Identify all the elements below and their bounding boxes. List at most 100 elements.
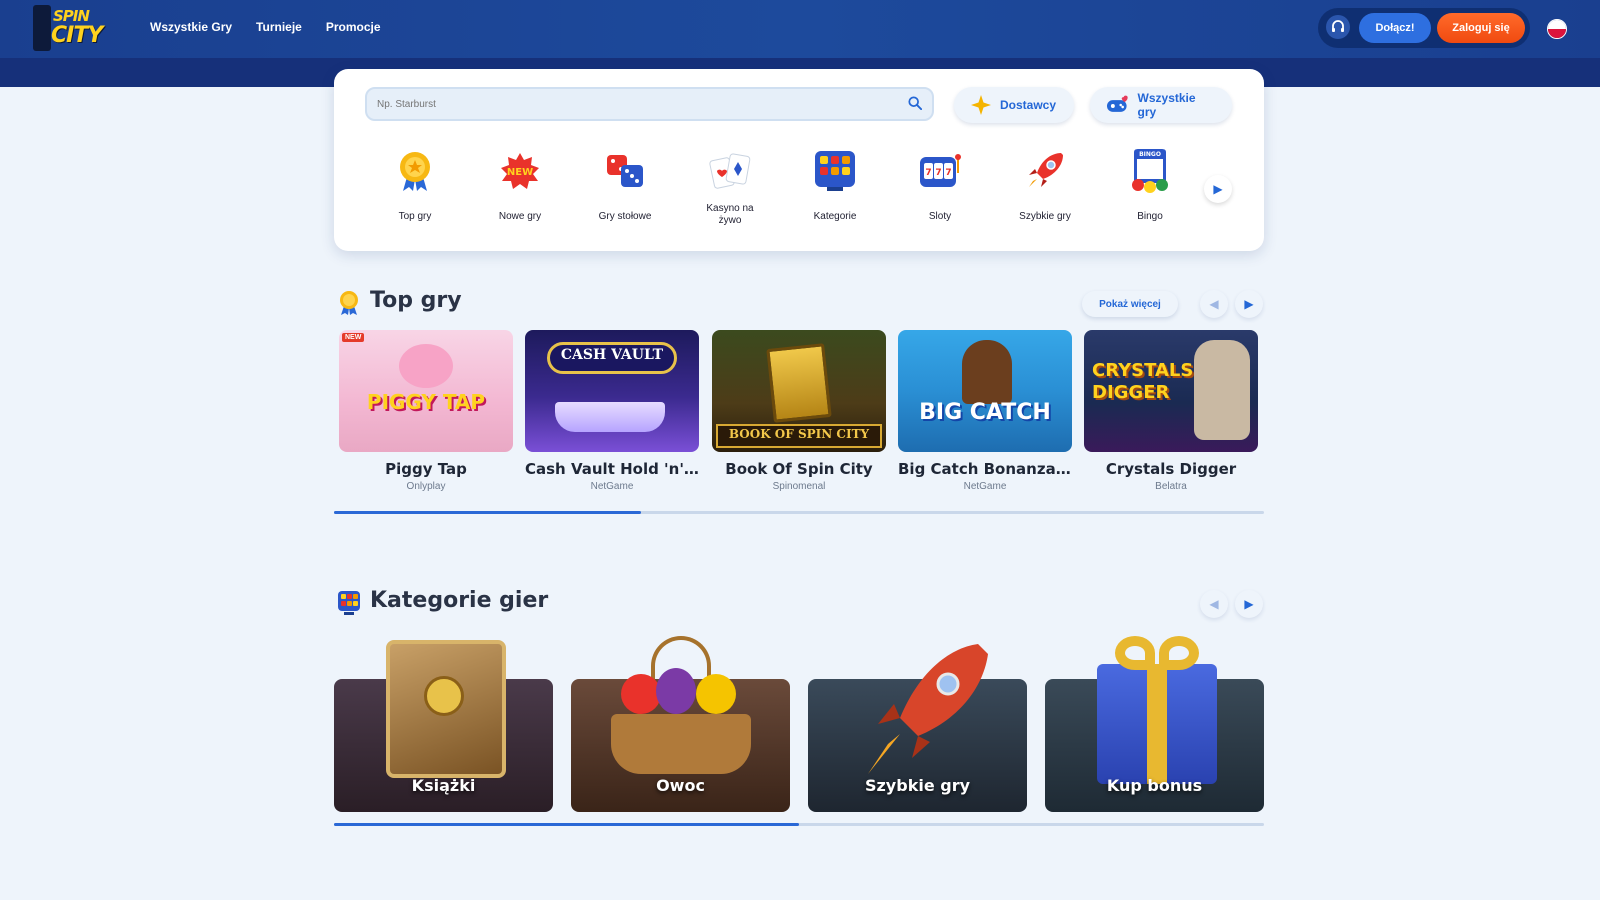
game-categories-next-arrow[interactable]: ▶: [1235, 590, 1263, 618]
category-top-games[interactable]: Top gry: [370, 149, 460, 223]
grid-icon: [815, 151, 855, 191]
nav-all-games[interactable]: Wszystkie Gry: [150, 20, 232, 34]
language-flag-icon[interactable]: [1547, 19, 1567, 39]
svg-text:NEW: NEW: [507, 167, 533, 178]
book-art: [364, 634, 524, 784]
pig-art: [399, 344, 453, 388]
svg-text:7: 7: [945, 168, 951, 178]
medal-icon: [400, 152, 430, 191]
game-art-title: CRYSTALS DIGGER: [1092, 360, 1194, 403]
show-more-button[interactable]: Pokaż więcej: [1082, 291, 1178, 317]
category-label: Gry stołowe: [598, 211, 652, 222]
category-label: Top gry: [398, 211, 432, 222]
sparkle-icon: [971, 95, 991, 115]
ship-art: [555, 402, 665, 432]
game-card[interactable]: BIG CATCH Big Catch Bonanza: B... NetGam…: [898, 330, 1072, 492]
game-card[interactable]: CASH VAULT Cash Vault Hold 'n' Li... Net…: [525, 330, 699, 492]
category-next-arrow[interactable]: ▶: [1204, 175, 1232, 203]
svg-text:7: 7: [935, 168, 941, 178]
category-tile-fruit[interactable]: Owoc: [571, 634, 790, 812]
game-art-title: BIG CATCH: [919, 400, 1051, 425]
slot-machine-icon: 777: [920, 154, 961, 187]
game-provider: Onlyplay: [406, 481, 446, 492]
all-games-button[interactable]: Wszystkie gry: [1090, 87, 1232, 123]
category-strip: Top gry NEW Nowe gry Gry stołowe Kasyno …: [370, 149, 1230, 229]
rocket-icon: [1029, 153, 1063, 187]
svg-text:BINGO: BINGO: [1139, 151, 1161, 158]
top-games-prev-arrow[interactable]: ◀: [1200, 290, 1228, 318]
game-thumbnail[interactable]: BIG CATCH: [898, 330, 1072, 452]
game-provider: NetGame: [963, 481, 1007, 492]
category-label: Nowe gry: [498, 211, 542, 222]
category-tile-label: Owoc: [656, 776, 705, 795]
rocket-art: [838, 634, 998, 784]
game-card[interactable]: BOOK OF SPIN CITY Book Of Spin City Spin…: [712, 330, 886, 492]
category-live-casino[interactable]: Kasyno na żywo: [685, 149, 775, 227]
category-tile-books[interactable]: Książki: [334, 634, 553, 812]
search-input[interactable]: [377, 89, 897, 119]
category-label: Bingo: [1137, 211, 1163, 222]
new-badge: NEW: [342, 333, 365, 342]
game-categories-title: Kategorie gier: [370, 588, 549, 613]
game-art-title: BOOK OF SPIN CITY: [728, 427, 870, 441]
category-slots[interactable]: 777 Sloty: [895, 149, 985, 223]
support-headset-icon[interactable]: [1326, 15, 1350, 39]
fruit-basket-art: [601, 634, 761, 784]
dice-icon: [607, 155, 643, 187]
game-thumbnail[interactable]: CRYSTALS DIGGER: [1084, 330, 1258, 452]
game-name: Book Of Spin City: [725, 460, 873, 478]
category-new-games[interactable]: NEW Nowe gry: [475, 149, 565, 223]
game-categories-scroll-thumb[interactable]: [334, 823, 799, 826]
search-card: Dostawcy Wszystkie gry Top gry NEW Nowe …: [334, 69, 1264, 251]
gamepad-heart-icon: [1106, 95, 1128, 112]
top-games-next-arrow[interactable]: ▶: [1235, 290, 1263, 318]
category-tile-buy-bonus[interactable]: Kup bonus: [1045, 634, 1264, 812]
main-nav: Wszystkie Gry Turnieje Promocje: [150, 20, 381, 34]
game-thumbnail[interactable]: CASH VAULT: [525, 330, 699, 452]
game-thumbnail[interactable]: BOOK OF SPIN CITY: [712, 330, 886, 452]
category-categories[interactable]: Kategorie: [790, 149, 880, 223]
providers-button[interactable]: Dostawcy: [954, 87, 1074, 123]
search-box: [365, 87, 934, 121]
category-tile-quick-games[interactable]: Szybkie gry: [808, 634, 1027, 812]
new-burst-icon: NEW: [501, 153, 539, 189]
logo-text-bottom: CITY: [51, 23, 103, 48]
category-label: Szybkie gry: [1019, 211, 1071, 222]
category-label: Sloty: [928, 211, 952, 222]
game-provider: NetGame: [590, 481, 634, 492]
category-bingo[interactable]: BINGO Bingo: [1105, 149, 1195, 223]
game-card[interactable]: PIGGY TAP NEW Piggy Tap Onlyplay: [339, 330, 513, 492]
join-button[interactable]: Dołącz!: [1359, 13, 1431, 43]
search-icon[interactable]: [908, 96, 922, 110]
game-name: Big Catch Bonanza: B...: [898, 460, 1072, 478]
top-games-title: Top gry: [370, 288, 462, 313]
game-name: Piggy Tap: [385, 460, 467, 478]
game-categories-prev-arrow[interactable]: ◀: [1200, 590, 1228, 618]
top-games-medal-icon: [340, 291, 358, 315]
svg-text:7: 7: [925, 168, 931, 178]
category-label: Kategorie: [813, 211, 857, 222]
category-tile-label: Książki: [411, 776, 476, 795]
miner-art: [1194, 340, 1250, 440]
bingo-icon: BINGO: [1132, 149, 1168, 193]
game-name: Cash Vault Hold 'n' Li...: [525, 460, 699, 478]
category-label: Kasyno na żywo: [706, 203, 754, 226]
category-table-games[interactable]: Gry stołowe: [580, 149, 670, 223]
top-games-scroll-thumb[interactable]: [334, 511, 641, 514]
nav-tournaments[interactable]: Turnieje: [256, 20, 302, 34]
spin-city-logo[interactable]: SPIN CITY: [33, 5, 113, 51]
game-name: Crystals Digger: [1105, 460, 1237, 478]
game-provider: Belatra: [1155, 481, 1187, 492]
gift-box-art: [1075, 634, 1235, 784]
login-button[interactable]: Zaloguj się: [1437, 13, 1525, 43]
game-art-title: PIGGY TAP: [366, 390, 486, 414]
nav-promotions[interactable]: Promocje: [326, 20, 381, 34]
game-card[interactable]: CRYSTALS DIGGER Crystals Digger Belatra: [1084, 330, 1258, 492]
game-art-title: CASH VAULT: [560, 347, 664, 363]
book-art: [766, 343, 832, 423]
game-thumbnail[interactable]: PIGGY TAP NEW: [339, 330, 513, 452]
cards-icon: [709, 153, 751, 189]
providers-label: Dostawcy: [1000, 98, 1057, 112]
category-quick-games[interactable]: Szybkie gry: [1000, 149, 1090, 223]
game-categories-grid-icon: [338, 591, 360, 615]
